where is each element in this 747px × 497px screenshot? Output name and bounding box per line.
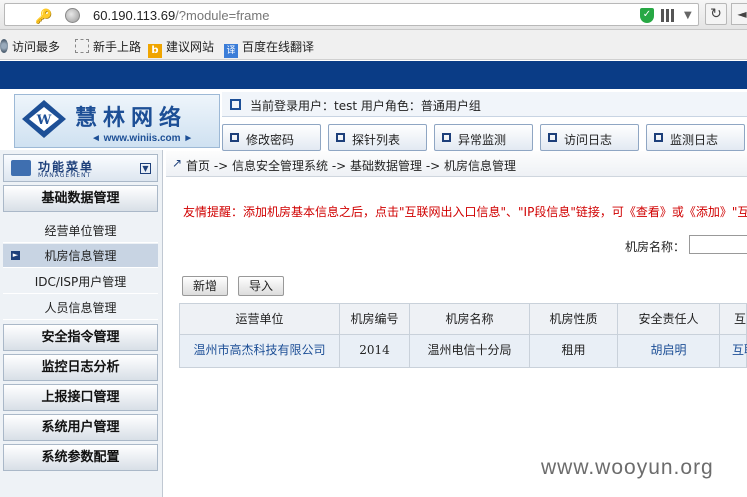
user-icon [230, 99, 241, 110]
column-header: 运营单位 [180, 304, 340, 334]
qr-code-icon[interactable] [661, 9, 674, 22]
square-icon [548, 133, 557, 142]
notice-text: 友情提醒：添加机房基本信息之后，点击"互联网出入口信息"、"IP段信息"链接，可… [183, 205, 747, 219]
bookmark-getting-started[interactable]: 新手上路 [75, 38, 141, 55]
square-icon [230, 133, 239, 142]
key-icon: 🔑 [35, 9, 53, 25]
cell-security-officer[interactable]: 胡启明 [618, 335, 720, 367]
nav-tabs: 修改密码 探针列表 异常监测 访问日志 监测日志 [222, 124, 747, 151]
sidebar: 功能菜单 MANAGEMENT ▼ 基础数据管理 经营单位管理 ► 机房信息管理 … [0, 150, 163, 497]
shield-icon[interactable]: ✓ [640, 8, 654, 23]
square-icon [654, 133, 663, 142]
logo-emblem-icon: W [22, 100, 66, 138]
cell-datacenter-id: 2014 [340, 335, 410, 367]
bookmark-baidu-translate[interactable]: 译百度在线翻译 [224, 38, 314, 58]
sidebar-header: 功能菜单 MANAGEMENT ▼ [3, 154, 158, 182]
bookmarks-bar: 访问最多 新手上路 b 建议网站 译百度在线翻译 [0, 30, 747, 60]
import-button[interactable]: 导入 [238, 276, 284, 296]
globe-icon [65, 8, 80, 23]
sidebar-item-idc-isp-users[interactable]: IDC/ISP用户管理 [3, 270, 158, 294]
bookmark-most-visited[interactable]: 访问最多 [0, 38, 60, 55]
sidebar-group-security[interactable]: 安全指令管理 [3, 324, 158, 351]
logo-site: ◄ www.winiis.com ► [91, 133, 194, 144]
menu-icon [11, 160, 31, 176]
cell-datacenter-type: 租用 [530, 335, 618, 367]
watermark: www.wooyun.org [541, 456, 714, 479]
sidebar-group-system-users[interactable]: 系统用户管理 [3, 414, 158, 441]
sidebar-group-log-analysis[interactable]: 监控日志分析 [3, 354, 158, 381]
sidebar-item-datacenter-info[interactable]: ► 机房信息管理 [3, 244, 158, 268]
datacenter-name-label: 机房名称： [625, 240, 686, 254]
back-button[interactable]: ◄ [731, 3, 747, 25]
arrow-icon: ↗ [172, 156, 183, 170]
table-header-row: 运营单位 机房编号 机房名称 机房性质 安全责任人 互 [179, 303, 747, 335]
column-header: 安全责任人 [618, 304, 720, 334]
add-button[interactable]: 新增 [182, 276, 228, 296]
breadcrumb: ↗ 首页 -> 信息安全管理系统 -> 基础数据管理 -> 机房信息管理 [166, 151, 747, 177]
sidebar-item-personnel[interactable]: 人员信息管理 [3, 296, 158, 320]
user-info-text: 当前登录用户：test 用户角色：普通用户组 [250, 99, 481, 113]
sidebar-group-basic-data[interactable]: 基础数据管理 [3, 185, 158, 212]
sidebar-group-system-params[interactable]: 系统参数配置 [3, 444, 158, 471]
reload-button[interactable]: ↻ [705, 3, 727, 25]
logo-name: 慧林网络 [75, 106, 188, 131]
bookmark-suggested-sites[interactable]: b 建议网站 [148, 38, 214, 58]
tab-change-password[interactable]: 修改密码 [222, 124, 321, 151]
cell-datacenter-name: 温州电信十分局 [410, 335, 530, 367]
cell-internet-link[interactable]: 互联 [720, 335, 747, 367]
breadcrumb-path: 首页 -> 信息安全管理系统 -> 基础数据管理 -> 机房信息管理 [186, 159, 517, 173]
datacenter-name-input[interactable] [689, 235, 747, 254]
svg-text:W: W [36, 113, 52, 128]
square-icon [336, 133, 345, 142]
url-text: 60.190.113.69/?module=frame [93, 8, 270, 23]
tab-access-log[interactable]: 访问日志 [540, 124, 639, 151]
arrow-right-icon: ► [11, 251, 20, 260]
tab-anomaly-monitor[interactable]: 异常监测 [434, 124, 533, 151]
column-header: 机房性质 [530, 304, 618, 334]
translate-icon: 译 [224, 44, 238, 58]
sidebar-item-business-units[interactable]: 经营单位管理 [3, 219, 158, 243]
datacenter-table: 运营单位 机房编号 机房名称 机房性质 安全责任人 互 温州市高杰科技有限公司 … [179, 303, 747, 368]
column-header: 机房名称 [410, 304, 530, 334]
sidebar-group-report-api[interactable]: 上报接口管理 [3, 384, 158, 411]
tab-probe-list[interactable]: 探针列表 [328, 124, 427, 151]
logo: W 慧林网络 ◄ www.winiis.com ► [14, 94, 220, 148]
app-top-band [0, 61, 747, 89]
bing-icon: b [148, 44, 162, 58]
table-row: 温州市高杰科技有限公司 2014 温州电信十分局 租用 胡启明 互联 [179, 335, 747, 368]
page-icon [75, 39, 89, 53]
url-field[interactable]: 🔑 60.190.113.69/?module=frame ✓ ▼ [4, 3, 699, 26]
square-icon [442, 133, 451, 142]
column-header: 机房编号 [340, 304, 410, 334]
browser-address-bar: 🔑 60.190.113.69/?module=frame ✓ ▼ ↻ ◄ [0, 0, 747, 30]
sidebar-title-en: MANAGEMENT [38, 172, 92, 179]
column-header: 互 [733, 312, 746, 326]
collapse-icon[interactable]: ▼ [140, 163, 151, 174]
tab-monitor-log[interactable]: 监测日志 [646, 124, 745, 151]
chevron-down-icon[interactable]: ▼ [684, 10, 692, 21]
gear-icon [0, 39, 8, 53]
user-info-bar: 当前登录用户：test 用户角色：普通用户组 [222, 92, 747, 117]
cell-operator[interactable]: 温州市高杰科技有限公司 [180, 335, 340, 367]
